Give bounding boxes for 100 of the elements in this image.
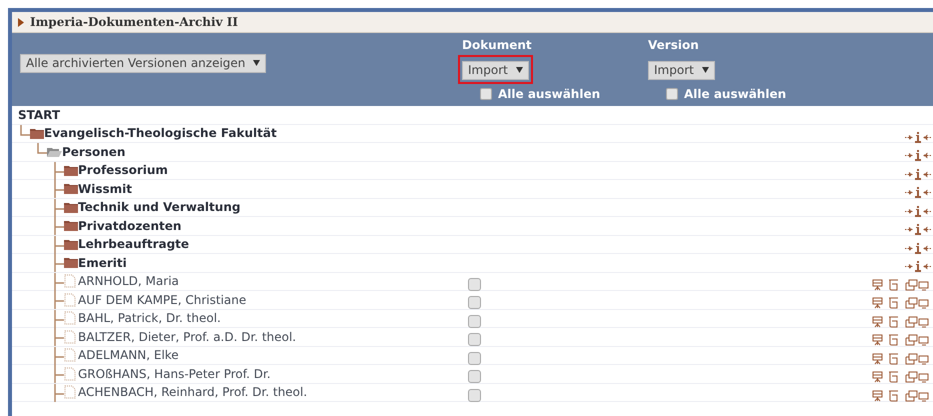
scroll-icon[interactable] [887, 278, 899, 290]
tree-connector [37, 143, 47, 154]
document-icon [64, 330, 76, 344]
info-arrows-icon[interactable] [905, 261, 931, 272]
open-folder-icon [47, 146, 62, 158]
document-icon [64, 292, 76, 307]
folder-icon [64, 202, 78, 213]
checkbox[interactable] [666, 88, 678, 100]
tree-connector [54, 328, 64, 346]
scroll-icon[interactable] [887, 316, 899, 328]
checkbox[interactable] [468, 388, 481, 402]
presentation-icon[interactable] [872, 352, 883, 364]
checkbox[interactable] [468, 352, 481, 364]
tree-connector [54, 384, 64, 402]
info-arrows-icon[interactable] [905, 187, 931, 198]
caret-icon [516, 67, 523, 73]
monitor-icon[interactable] [918, 352, 929, 364]
caret-icon [253, 60, 260, 66]
tree-connector [20, 124, 30, 136]
folder-label[interactable]: Personen [62, 144, 126, 159]
folder-icon [64, 183, 78, 194]
checkbox[interactable] [468, 278, 481, 290]
document-icon [64, 385, 76, 400]
tree-connector [54, 291, 64, 309]
tree-connector [54, 365, 64, 383]
caret-icon [18, 18, 24, 26]
monitor-icon[interactable] [918, 316, 929, 328]
document-icon [64, 274, 76, 288]
tree-connector [54, 254, 64, 272]
folder-icon [64, 164, 78, 176]
scroll-icon[interactable] [887, 390, 899, 402]
document-label[interactable]: ACHENBACH, Reinhard, Prof. Dr. theol. [78, 385, 308, 400]
monitor-icon[interactable] [905, 334, 918, 346]
presentation-icon[interactable] [872, 390, 883, 402]
folder-label[interactable]: Lehrbeauftragte [78, 237, 190, 252]
document-icon [64, 348, 76, 362]
tree-connector [54, 217, 64, 235]
column-heading: Dokument [462, 38, 532, 54]
checkbox[interactable] [480, 88, 492, 100]
checkbox[interactable] [468, 333, 481, 346]
scroll-icon[interactable] [887, 334, 899, 346]
info-arrows-icon[interactable] [905, 224, 931, 235]
monitor-icon[interactable] [905, 278, 918, 290]
monitor-icon[interactable] [918, 334, 929, 346]
import-dropdown[interactable]: Import [462, 60, 529, 80]
scroll-icon[interactable] [887, 352, 899, 364]
document-icon [64, 366, 76, 381]
folder-label[interactable]: Privatdozenten [78, 218, 182, 233]
folder-label[interactable]: Emeriti [78, 256, 127, 270]
monitor-icon[interactable] [905, 297, 918, 309]
presentation-icon[interactable] [872, 278, 883, 290]
presentation-icon[interactable] [872, 297, 883, 309]
tree-connector [54, 272, 64, 290]
folder-icon [30, 128, 44, 139]
document-label[interactable]: GROßHANS, Hans-Peter Prof. Dr. [78, 366, 271, 381]
presentation-icon[interactable] [872, 334, 883, 346]
caret-icon [702, 67, 709, 73]
window-title: Imperia-Dokumenten-Archiv II [30, 15, 238, 29]
presentation-icon[interactable] [872, 371, 883, 383]
info-arrows-icon[interactable] [905, 168, 931, 180]
tree-connector [54, 346, 64, 364]
info-arrows-icon[interactable] [905, 132, 931, 142]
import-dropdown[interactable]: Import [648, 60, 715, 80]
document-label[interactable]: BALTZER, Dieter, Prof. a.D. Dr. theol. [78, 330, 296, 344]
folder-icon [64, 220, 78, 232]
folder-label[interactable]: Technik und Verwaltung [78, 200, 240, 214]
monitor-icon[interactable] [918, 278, 929, 290]
document-label[interactable]: ADELMANN, Elke [78, 348, 179, 362]
tree-connector [54, 162, 64, 180]
info-arrows-icon[interactable] [905, 206, 931, 216]
checkbox[interactable] [468, 370, 481, 383]
monitor-icon[interactable] [905, 371, 918, 383]
folder-label[interactable]: Wissmit [78, 182, 132, 196]
presentation-icon[interactable] [872, 316, 883, 328]
column-heading: Version [648, 38, 699, 54]
folder-icon [64, 238, 78, 250]
document-label[interactable]: ARNHOLD, Maria [78, 274, 179, 288]
scroll-icon[interactable] [887, 371, 899, 383]
monitor-icon[interactable] [918, 390, 929, 402]
monitor-icon[interactable] [918, 297, 929, 309]
scroll-icon[interactable] [887, 297, 899, 309]
document-label[interactable]: AUF DEM KAMPE, Christiane [78, 292, 246, 307]
checkbox[interactable] [468, 314, 481, 328]
checkbox[interactable] [468, 296, 481, 309]
folder-label[interactable]: Professorium [78, 163, 168, 178]
info-arrows-icon[interactable] [905, 242, 931, 254]
tree-connector [54, 198, 64, 216]
tree-connector [54, 180, 64, 198]
monitor-icon[interactable] [905, 352, 918, 364]
info-arrows-icon[interactable] [905, 150, 931, 161]
monitor-icon[interactable] [905, 390, 918, 402]
document-label[interactable]: BAHL, Patrick, Dr. theol. [78, 311, 221, 326]
monitor-icon[interactable] [905, 316, 918, 328]
version-filter-dropdown[interactable]: Alle archivierten Versionen anzeigen [20, 54, 266, 72]
tree-connector [54, 236, 64, 254]
monitor-icon[interactable] [918, 371, 929, 383]
checkbox-label: Alle auswählen [498, 86, 600, 100]
folder-label[interactable]: Evangelisch-Theologische Fakultät [44, 126, 277, 140]
folder-icon [64, 257, 78, 268]
document-icon [64, 311, 76, 326]
